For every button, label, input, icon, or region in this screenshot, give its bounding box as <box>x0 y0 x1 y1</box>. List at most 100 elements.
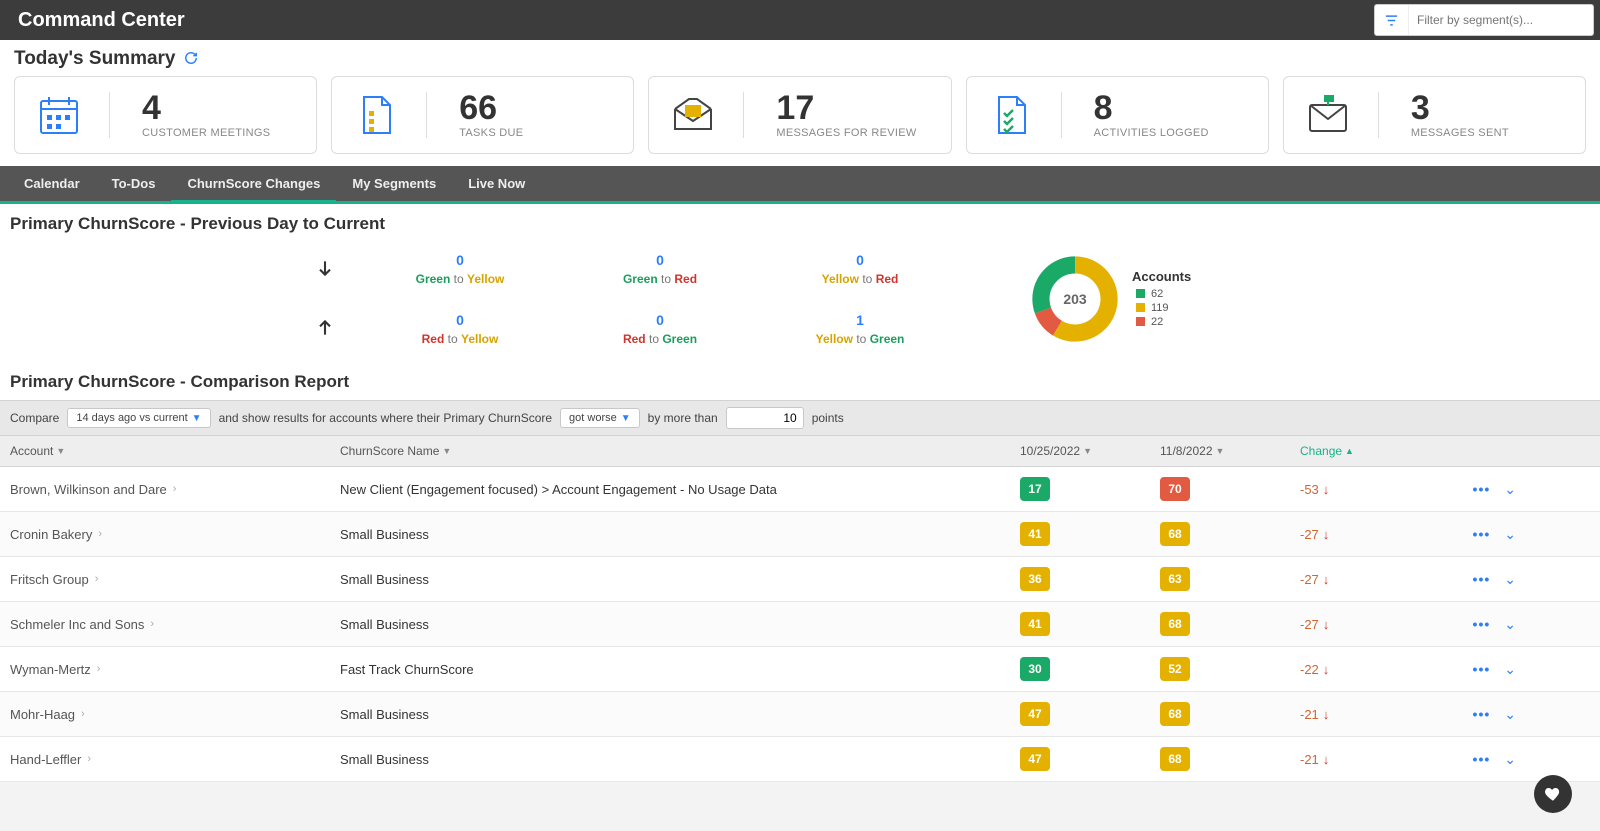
row-more-icon[interactable]: ••• <box>1473 751 1491 768</box>
score-badge-b: 68 <box>1160 522 1190 546</box>
accounts-donut-chart: 203 <box>1030 254 1120 344</box>
tab-to-dos[interactable]: To-Dos <box>96 166 172 201</box>
row-more-icon[interactable]: ••• <box>1473 571 1491 588</box>
donut-total: 203 <box>1030 254 1120 344</box>
score-badge-b: 68 <box>1160 747 1190 771</box>
summary-card[interactable]: 17MESSAGES FOR REVIEW <box>648 76 951 154</box>
score-badge-a: 36 <box>1020 567 1050 591</box>
account-link[interactable]: Wyman-Mertz› <box>10 662 340 677</box>
change-value: -27↓ <box>1300 572 1460 587</box>
segment-filter[interactable] <box>1374 4 1594 36</box>
card-value: 4 <box>142 91 270 125</box>
feedback-button[interactable] <box>1534 775 1572 813</box>
table-row: Schmeler Inc and Sons› Small Business 41… <box>0 602 1600 647</box>
transition-value: 1 <box>816 312 905 328</box>
score-badge-a: 47 <box>1020 747 1050 771</box>
score-badge-b: 68 <box>1160 702 1190 726</box>
row-expand-icon[interactable]: ⌄ <box>1504 481 1516 498</box>
table-row: Cronin Bakery› Small Business 41 68 -27↓… <box>0 512 1600 557</box>
legend-row: 22 <box>1136 316 1191 328</box>
document-tasks-icon <box>348 87 404 143</box>
chevron-right-icon: › <box>98 528 102 540</box>
arrow-down-icon: ↓ <box>1323 707 1330 722</box>
today-summary: Today's Summary 4CUSTOMER MEETINGS66TASK… <box>0 40 1600 166</box>
change-value: -21↓ <box>1300 752 1460 767</box>
score-badge-b: 68 <box>1160 612 1190 636</box>
row-expand-icon[interactable]: ⌄ <box>1504 616 1516 633</box>
arrow-down-icon <box>315 258 335 281</box>
comparison-report-title: Primary ChurnScore - Comparison Report <box>0 364 1600 400</box>
table-row: Mohr-Haag› Small Business 47 68 -21↓ •••… <box>0 692 1600 737</box>
churnscore-name: Small Business <box>340 572 1020 587</box>
score-badge-a: 41 <box>1020 612 1050 636</box>
score-badge-a: 17 <box>1020 477 1050 501</box>
summary-card[interactable]: 8 ACTIVITIES LOGGED <box>966 76 1269 154</box>
chevron-down-icon: ▼ <box>192 413 202 424</box>
chevron-right-icon: › <box>150 618 154 630</box>
col-account[interactable]: Account▼ <box>10 444 340 458</box>
churnscore-name: Fast Track ChurnScore <box>340 662 1020 677</box>
legend-value: 62 <box>1151 288 1163 300</box>
row-expand-icon[interactable]: ⌄ <box>1504 661 1516 678</box>
legend-swatch <box>1136 289 1145 298</box>
account-link[interactable]: Brown, Wilkinson and Dare› <box>10 482 340 497</box>
row-more-icon[interactable]: ••• <box>1473 481 1491 498</box>
legend-swatch <box>1136 303 1145 312</box>
summary-card[interactable]: 66TASKS DUE <box>331 76 634 154</box>
row-expand-icon[interactable]: ⌄ <box>1504 751 1516 768</box>
compare-morethan-label: by more than <box>648 411 718 425</box>
score-badge-a: 41 <box>1020 522 1050 546</box>
compare-points-input[interactable] <box>726 407 804 429</box>
legend-value: 119 <box>1151 302 1169 314</box>
col-change[interactable]: Change▲ <box>1300 444 1460 458</box>
compare-direction-value: got worse <box>569 412 617 424</box>
row-expand-icon[interactable]: ⌄ <box>1504 706 1516 723</box>
account-link[interactable]: Schmeler Inc and Sons› <box>10 617 340 632</box>
row-more-icon[interactable]: ••• <box>1473 661 1491 678</box>
donut-legend: Accounts 6211922 <box>1136 269 1191 330</box>
summary-card[interactable]: 3MESSAGES SENT <box>1283 76 1586 154</box>
table-row: Hand-Leffler› Small Business 47 68 -21↓ … <box>0 737 1600 782</box>
refresh-icon[interactable] <box>184 51 198 68</box>
col-date-b[interactable]: 11/8/2022▼ <box>1160 444 1300 458</box>
legend-value: 22 <box>1151 316 1163 328</box>
tab-calendar[interactable]: Calendar <box>8 166 96 201</box>
col-date-a[interactable]: 10/25/2022▼ <box>1020 444 1160 458</box>
transition-cell: 0 Red to Yellow <box>422 312 499 346</box>
row-more-icon[interactable]: ••• <box>1473 706 1491 723</box>
transition-value: 0 <box>623 252 697 268</box>
compare-label: Compare <box>10 411 59 425</box>
transition-cell: 1 Yellow to Green <box>816 312 905 346</box>
card-value: 17 <box>776 91 916 125</box>
row-more-icon[interactable]: ••• <box>1473 526 1491 543</box>
summary-card[interactable]: 4CUSTOMER MEETINGS <box>14 76 317 154</box>
change-value: -27↓ <box>1300 527 1460 542</box>
tab-churnscore-changes[interactable]: ChurnScore Changes <box>171 168 336 203</box>
tab-my-segments[interactable]: My Segments <box>336 166 452 201</box>
account-link[interactable]: Hand-Leffler› <box>10 752 340 767</box>
segment-filter-input[interactable] <box>1409 13 1593 27</box>
churnscore-name: Small Business <box>340 707 1020 722</box>
chevron-right-icon: › <box>95 573 99 585</box>
account-link[interactable]: Fritsch Group› <box>10 572 340 587</box>
col-churnscore-name[interactable]: ChurnScore Name▼ <box>340 444 1020 458</box>
card-label: ACTIVITIES LOGGED <box>1094 127 1209 139</box>
arrow-down-icon: ↓ <box>1323 572 1330 587</box>
summary-title: Today's Summary <box>14 48 176 70</box>
chevron-right-icon: › <box>97 663 101 675</box>
compare-direction-dropdown[interactable]: got worse ▼ <box>560 408 640 428</box>
account-link[interactable]: Mohr-Haag› <box>10 707 340 722</box>
tab-live-now[interactable]: Live Now <box>452 166 541 201</box>
chevron-down-icon: ▼ <box>621 413 631 424</box>
compare-range-dropdown[interactable]: 14 days ago vs current ▼ <box>67 408 210 428</box>
transitions-panel: 0 Green to Yellow 0 Green to Red 0 Yello… <box>0 242 1600 364</box>
row-expand-icon[interactable]: ⌄ <box>1504 571 1516 588</box>
row-expand-icon[interactable]: ⌄ <box>1504 526 1516 543</box>
churnscore-name: Small Business <box>340 527 1020 542</box>
card-value: 8 <box>1094 91 1209 125</box>
churnscore-name: New Client (Engagement focused) > Accoun… <box>340 482 1020 497</box>
card-label: TASKS DUE <box>459 127 523 139</box>
row-more-icon[interactable]: ••• <box>1473 616 1491 633</box>
account-link[interactable]: Cronin Bakery› <box>10 527 340 542</box>
legend-row: 62 <box>1136 288 1191 300</box>
